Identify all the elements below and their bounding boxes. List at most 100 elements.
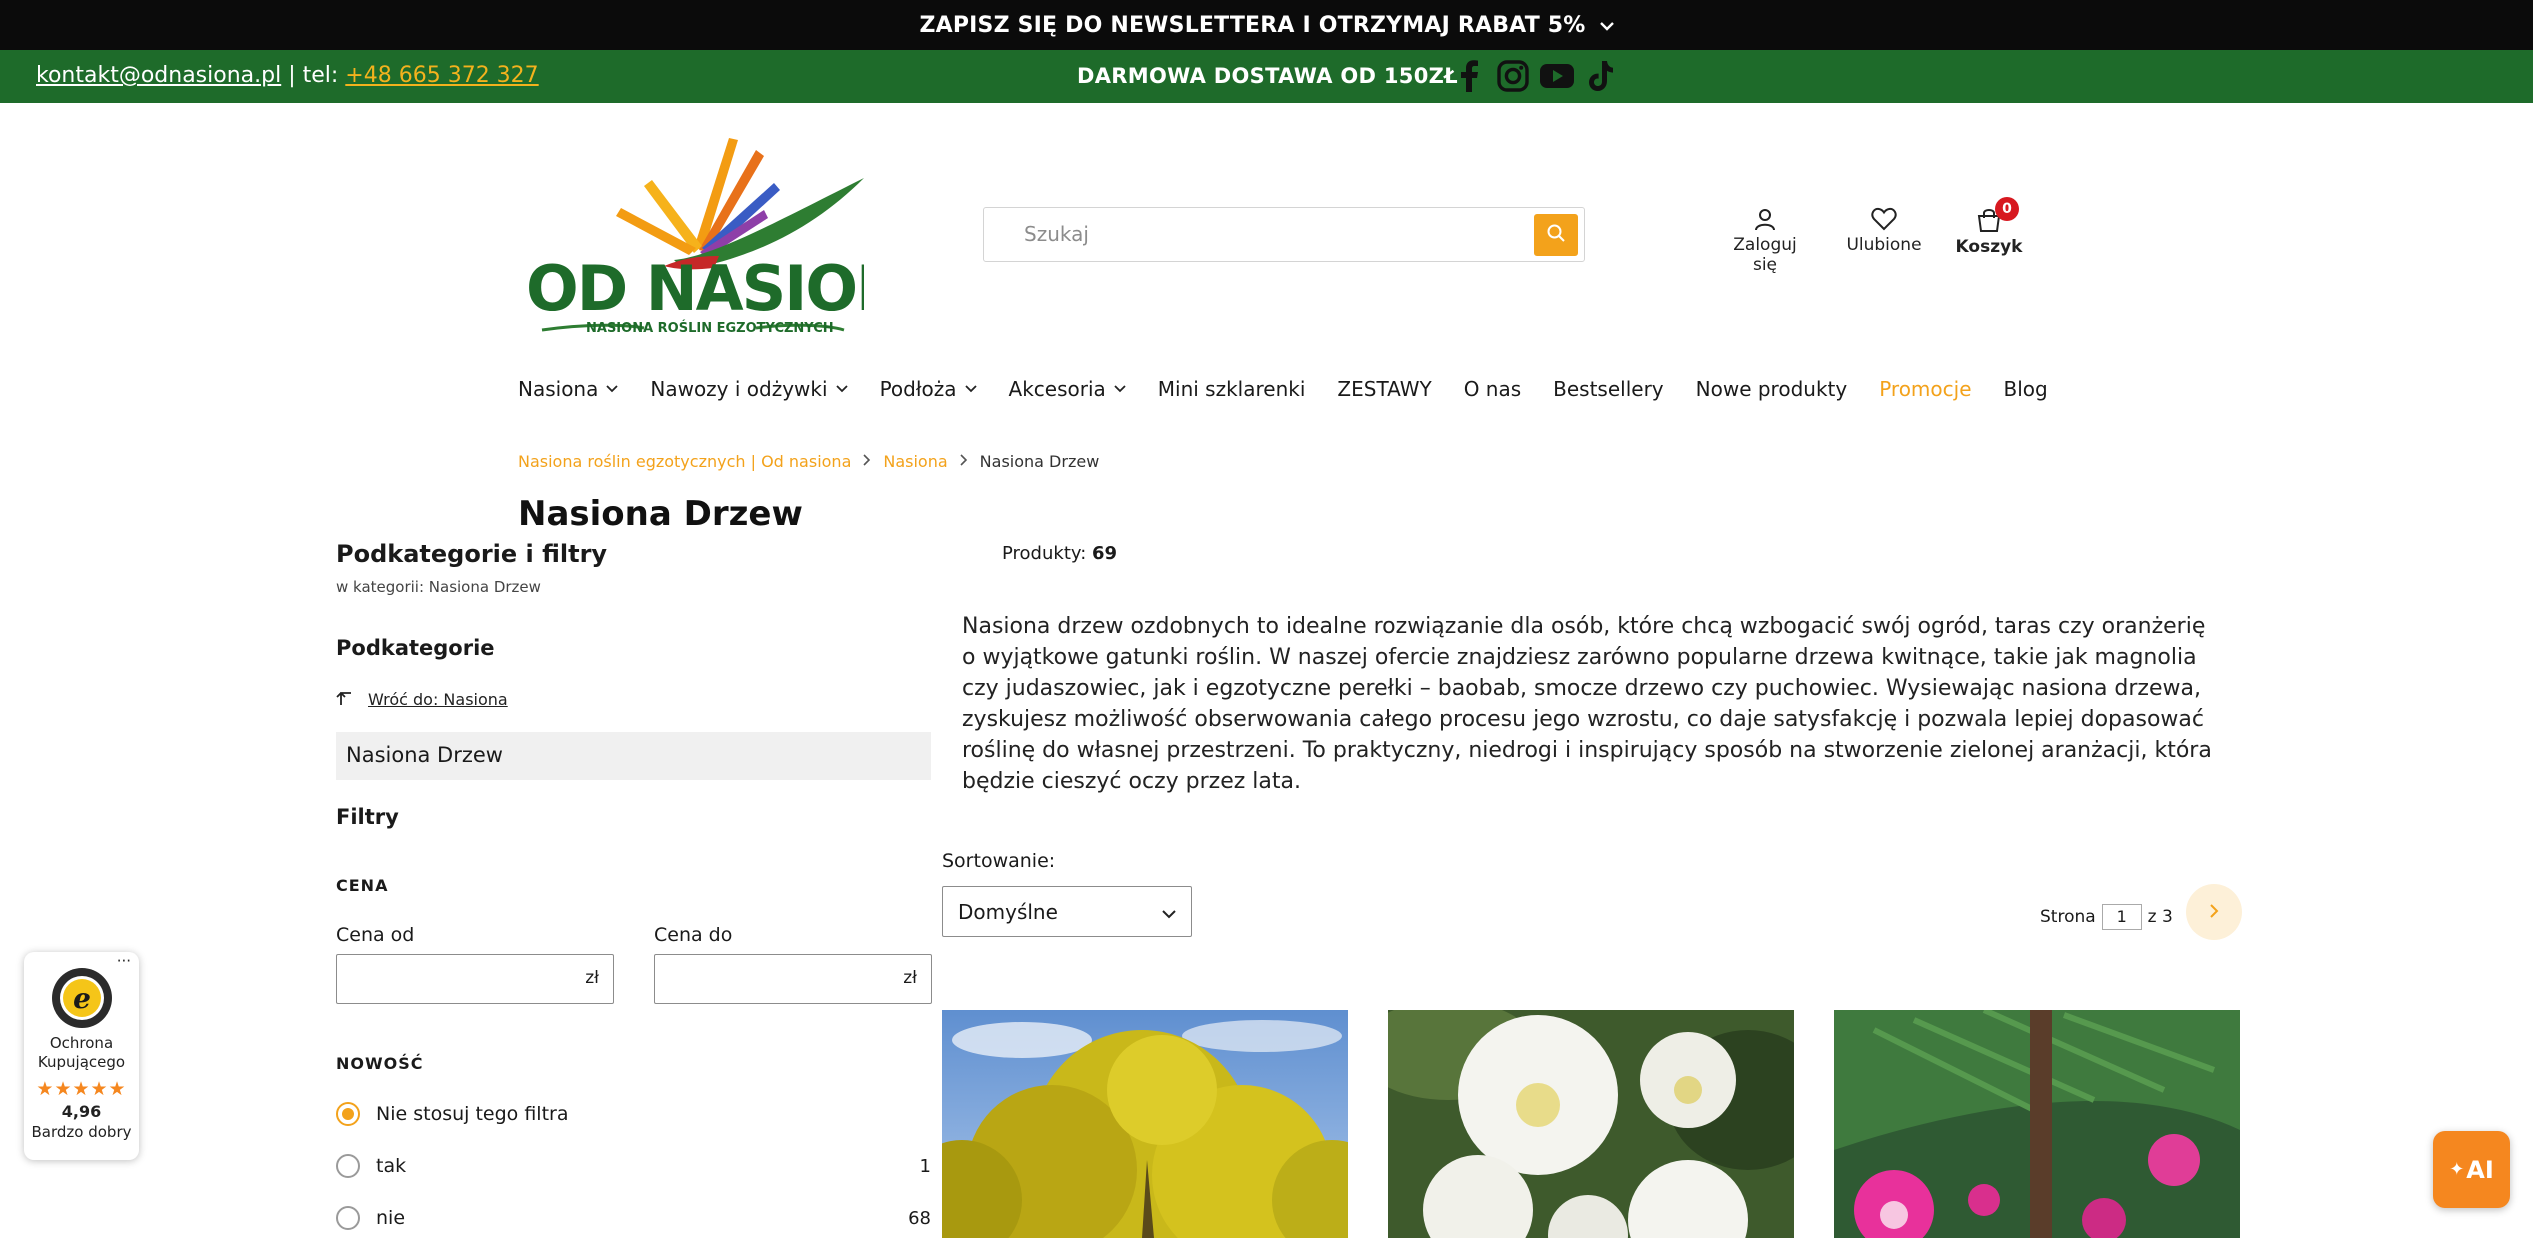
trusted-shops-badge[interactable]: ··· e Ochrona Kupującego ★★★★★ 4,96 Bard…	[24, 952, 139, 1160]
nav-item-label: Blog	[2003, 377, 2048, 401]
nav-item-nasiona[interactable]: Nasiona	[518, 377, 619, 401]
filter-option-count: 68	[908, 1207, 931, 1229]
chevron-down-icon	[606, 382, 619, 397]
tiktok-icon[interactable]	[1584, 58, 1618, 94]
filter-option-nie[interactable]: nie 68	[336, 1206, 931, 1230]
chevron-right-icon	[2209, 902, 2219, 923]
nav-item-o-nas[interactable]: O nas	[1464, 377, 1521, 401]
trusted-shops-seal-icon: e	[50, 966, 114, 1030]
contact-bar: kontakt@odnasiona.pl | tel: +48 665 372 …	[0, 50, 2533, 103]
nav-item-label: Promocje	[1879, 377, 1972, 401]
nav-item-label: Akcesoria	[1008, 377, 1106, 401]
chevron-down-icon[interactable]	[1599, 16, 1614, 35]
trusted-shops-label: Ochrona Kupującego	[37, 1034, 126, 1071]
sidebar-subtitle: w kategorii: Nasiona Drzew	[336, 578, 541, 596]
user-icon	[1720, 207, 1810, 231]
price-from-input[interactable]	[337, 955, 567, 1001]
nav-item-promocje[interactable]: Promocje	[1879, 377, 1971, 401]
newsletter-banner[interactable]: ZAPISZ SIĘ DO NEWSLETTERA I OTRZYMAJ RAB…	[0, 0, 2533, 50]
breadcrumb-parent[interactable]: Nasiona	[883, 452, 947, 471]
chevron-right-icon	[863, 453, 871, 470]
search-button[interactable]	[1534, 214, 1578, 256]
product-image[interactable]	[1834, 1010, 2240, 1238]
email-link[interactable]: kontakt@odnasiona.pl	[36, 63, 281, 88]
radio-unselected[interactable]	[336, 1206, 360, 1230]
ai-assistant-label: AI	[2466, 1155, 2494, 1184]
cart-button[interactable]: 0 Koszyk	[1952, 197, 2026, 257]
price-to-label: Cena do	[654, 924, 733, 946]
nav-item-zestawy[interactable]: ZESTAWY	[1337, 377, 1431, 401]
radio-unselected[interactable]	[336, 1154, 360, 1178]
nav-item-bestsellery[interactable]: Bestsellery	[1553, 377, 1664, 401]
filter-option-any[interactable]: Nie stosuj tego filtra	[336, 1102, 931, 1126]
nav-item-podloza[interactable]: Podłoża	[880, 377, 977, 401]
heart-icon	[1845, 207, 1923, 231]
breadcrumb: Nasiona roślin egzotycznych | Od nasiona…	[518, 452, 1099, 471]
price-from-field[interactable]: zł	[336, 954, 614, 1004]
filters-heading: Filtry	[336, 805, 399, 829]
newsletter-text: ZAPISZ SIĘ DO NEWSLETTERA I OTRZYMAJ RAB…	[919, 12, 1586, 38]
ai-assistant-button[interactable]: ✦ AI	[2433, 1131, 2510, 1208]
next-page-button[interactable]	[2186, 884, 2242, 940]
sidebar-title: Podkategorie i filtry	[336, 540, 608, 568]
favorites-label: Ulubione	[1846, 235, 1922, 255]
favorites-button[interactable]: Ulubione	[1845, 207, 1923, 255]
nav-item-akcesoria[interactable]: Akcesoria	[1009, 377, 1126, 401]
nav-item-mini-szklarenki[interactable]: Mini szklarenki	[1158, 377, 1306, 401]
nav-item-label: Nasiona	[518, 377, 599, 401]
filter-option-label: tak	[376, 1155, 407, 1177]
logo-tagline: NASIONA ROŚLIN EGZOTYCZNYCH	[586, 320, 834, 336]
login-button[interactable]: Zaloguj się	[1720, 207, 1810, 275]
rating-score: 4,96	[61, 1102, 102, 1121]
radio-selected[interactable]	[336, 1102, 360, 1126]
instagram-icon[interactable]	[1496, 58, 1530, 94]
product-image[interactable]	[942, 1010, 1348, 1238]
filters-sidebar: Podkategorie i filtry w kategorii: Nasio…	[336, 540, 932, 1230]
product-image[interactable]	[1388, 1010, 1794, 1238]
subcategory-active[interactable]: Nasiona Drzew	[336, 732, 931, 780]
nav-item-label: Podłoża	[879, 377, 957, 401]
product-count-label: Produkty:	[1002, 543, 1087, 564]
price-from-label: Cena od	[336, 924, 415, 946]
sort-select[interactable]: Domyślne	[942, 886, 1192, 937]
nav-item-label: O nas	[1463, 377, 1522, 401]
cart-icon: 0	[1952, 197, 2026, 233]
breadcrumb-current: Nasiona Drzew	[979, 452, 1100, 471]
back-link[interactable]: Wróć do: Nasiona	[336, 688, 508, 710]
new-heading: NOWOŚĆ	[336, 1054, 424, 1073]
contact-info: kontakt@odnasiona.pl | tel: +48 665 372 …	[36, 63, 539, 88]
price-to-field[interactable]: zł	[654, 954, 932, 1004]
page-number-input[interactable]: 1	[2101, 904, 2142, 930]
nav-item-blog[interactable]: Blog	[2004, 377, 2048, 401]
nav-item-nowe-produkty[interactable]: Nowe produkty	[1696, 377, 1848, 401]
price-heading: CENA	[336, 876, 389, 895]
main-nav: Nasiona Nawozy i odżywki Podłoża Akcesor…	[518, 377, 2080, 401]
nav-item-nawozy[interactable]: Nawozy i odżywki	[650, 377, 848, 401]
facebook-icon[interactable]	[1452, 58, 1486, 94]
sort-label: Sortowanie:	[942, 850, 1056, 872]
search-input[interactable]	[996, 216, 1516, 252]
page-title: Nasiona Drzew	[518, 494, 803, 534]
breadcrumb-home[interactable]: Nasiona roślin egzotycznych | Od nasiona	[518, 452, 851, 471]
nav-item-label: Bestsellery	[1553, 377, 1664, 401]
free-shipping-text: DARMOWA DOSTAWA OD 150ZŁ	[1077, 64, 1458, 88]
price-to-input[interactable]	[655, 955, 885, 1001]
pagination: Strona 1 z 3	[2040, 884, 2242, 940]
chevron-down-icon	[1162, 900, 1176, 924]
social-links	[1452, 58, 1618, 94]
currency-label: zł	[903, 968, 917, 988]
currency-label: zł	[585, 968, 599, 988]
sparkle-icon: ✦	[2449, 1159, 2465, 1180]
site-logo[interactable]: OD NASIONA NASIONA ROŚLIN EGZOTYCZNYCH	[524, 128, 956, 340]
svg-text:OD NASIONA: OD NASIONA	[526, 252, 864, 325]
product-count-value: 69	[1092, 543, 1118, 564]
chevron-right-icon	[960, 453, 968, 470]
filter-option-count: 1	[919, 1155, 931, 1177]
youtube-icon[interactable]	[1540, 58, 1574, 94]
phone-link[interactable]: +48 665 372 327	[345, 63, 538, 88]
filter-option-label: Nie stosuj tego filtra	[376, 1103, 569, 1125]
filter-option-tak[interactable]: tak 1	[336, 1154, 931, 1178]
page-label: Strona	[2040, 907, 2096, 927]
more-icon[interactable]: ···	[117, 952, 131, 970]
chevron-down-icon	[835, 382, 848, 397]
